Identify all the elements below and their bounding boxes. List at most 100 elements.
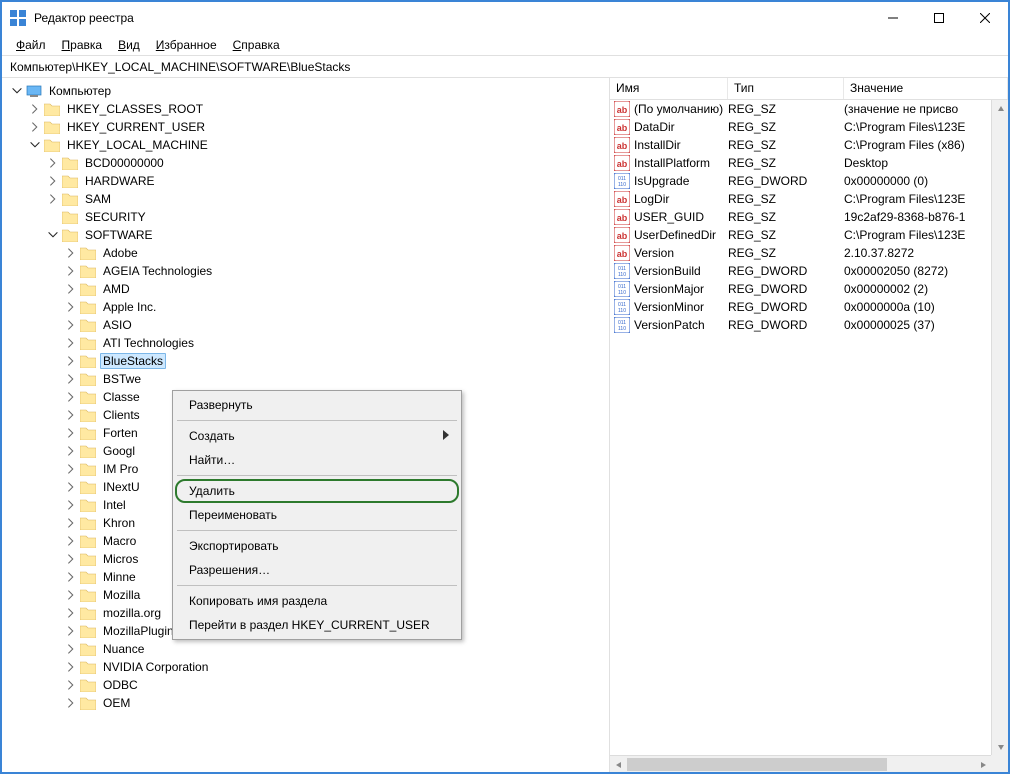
scrollbar-horizontal[interactable]	[610, 755, 991, 772]
menu-view[interactable]: Вид	[112, 36, 146, 54]
chevron-right-icon[interactable]	[64, 246, 78, 260]
chevron-right-icon[interactable]	[64, 552, 78, 566]
ctx-goto-hkcu[interactable]: Перейти в раздел HKEY_CURRENT_USER	[175, 613, 459, 637]
value-row[interactable]: VersionBuildREG_DWORD0x00002050 (8272)	[610, 262, 1008, 280]
chevron-right-icon[interactable]	[46, 156, 60, 170]
tree-item[interactable]: BCD00000000	[6, 154, 609, 172]
values-pane[interactable]: Имя Тип Значение (По умолчанию)REG_SZ(зн…	[610, 78, 1008, 772]
value-row[interactable]: (По умолчанию)REG_SZ(значение не присво	[610, 100, 1008, 118]
ctx-permissions[interactable]: Разрешения…	[175, 558, 459, 582]
chevron-right-icon[interactable]	[46, 192, 60, 206]
menu-favorites[interactable]: Избранное	[150, 36, 223, 54]
chevron-right-icon[interactable]	[46, 174, 60, 188]
value-row[interactable]: InstallDirREG_SZC:\Program Files (x86)	[610, 136, 1008, 154]
value-row[interactable]: UserDefinedDirREG_SZC:\Program Files\123…	[610, 226, 1008, 244]
titlebar[interactable]: Редактор реестра	[2, 2, 1008, 34]
tree-item[interactable]: SECURITY	[6, 208, 609, 226]
tree-item-hkcu[interactable]: HKEY_CURRENT_USER	[6, 118, 609, 136]
scroll-left-button[interactable]	[610, 756, 627, 772]
value-row[interactable]: IsUpgradeREG_DWORD0x00000000 (0)	[610, 172, 1008, 190]
tree-item[interactable]: BSTwe	[6, 370, 609, 388]
addressbar[interactable]: Компьютер\HKEY_LOCAL_MACHINE\SOFTWARE\Bl…	[2, 56, 1008, 78]
chevron-down-icon[interactable]	[46, 228, 60, 242]
tree-item[interactable]: HARDWARE	[6, 172, 609, 190]
chevron-right-icon[interactable]	[64, 570, 78, 584]
chevron-right-icon[interactable]	[64, 606, 78, 620]
menu-help[interactable]: Справка	[227, 36, 286, 54]
value-row[interactable]: DataDirREG_SZC:\Program Files\123E	[610, 118, 1008, 136]
chevron-right-icon[interactable]	[64, 444, 78, 458]
chevron-right-icon[interactable]	[28, 102, 42, 116]
tree-item[interactable]: Apple Inc.	[6, 298, 609, 316]
tree-item[interactable]: AMD	[6, 280, 609, 298]
maximize-button[interactable]	[916, 2, 962, 34]
chevron-right-icon[interactable]	[64, 372, 78, 386]
chevron-right-icon[interactable]	[64, 264, 78, 278]
chevron-right-icon[interactable]	[64, 336, 78, 350]
value-row[interactable]: InstallPlatformREG_SZDesktop	[610, 154, 1008, 172]
chevron-right-icon[interactable]	[64, 354, 78, 368]
value-row[interactable]: USER_GUIDREG_SZ19c2af29-8368-b876-1	[610, 208, 1008, 226]
chevron-right-icon[interactable]	[64, 462, 78, 476]
tree-item[interactable]: ATI Technologies	[6, 334, 609, 352]
tree-item-bluestacks[interactable]: BlueStacks	[6, 352, 609, 370]
tree-item-computer[interactable]: Компьютер	[6, 82, 609, 100]
scrollbar-vertical[interactable]	[991, 100, 1008, 755]
ctx-rename[interactable]: Переименовать	[175, 503, 459, 527]
chevron-right-icon[interactable]	[64, 408, 78, 422]
chevron-right-icon[interactable]	[64, 642, 78, 656]
chevron-right-icon[interactable]	[64, 696, 78, 710]
chevron-right-icon[interactable]	[64, 300, 78, 314]
chevron-right-icon[interactable]	[64, 480, 78, 494]
scroll-thumb[interactable]	[627, 758, 887, 771]
tree-item-hkcr[interactable]: HKEY_CLASSES_ROOT	[6, 100, 609, 118]
scroll-down-button[interactable]	[992, 738, 1008, 755]
scroll-right-button[interactable]	[974, 756, 991, 772]
chevron-right-icon[interactable]	[64, 534, 78, 548]
scroll-up-button[interactable]	[992, 100, 1008, 117]
tree-item[interactable]: ODBC	[6, 676, 609, 694]
chevron-right-icon[interactable]	[64, 660, 78, 674]
ctx-export[interactable]: Экспортировать	[175, 534, 459, 558]
chevron-right-icon[interactable]	[64, 426, 78, 440]
value-row[interactable]: VersionPatchREG_DWORD0x00000025 (37)	[610, 316, 1008, 334]
chevron-right-icon[interactable]	[64, 318, 78, 332]
tree-item[interactable]: OEM	[6, 694, 609, 712]
menu-file[interactable]: Файл	[10, 36, 52, 54]
value-row[interactable]: LogDirREG_SZC:\Program Files\123E	[610, 190, 1008, 208]
tree-item[interactable]: SAM	[6, 190, 609, 208]
value-row[interactable]: VersionMinorREG_DWORD0x0000000a (10)	[610, 298, 1008, 316]
ctx-new[interactable]: Создать	[175, 424, 459, 448]
string-icon	[614, 137, 630, 153]
chevron-down-icon[interactable]	[10, 84, 24, 98]
tree-item[interactable]: Adobe	[6, 244, 609, 262]
minimize-button[interactable]	[870, 2, 916, 34]
ctx-find[interactable]: Найти…	[175, 448, 459, 472]
column-header-type[interactable]: Тип	[728, 78, 844, 99]
ctx-delete[interactable]: Удалить	[175, 479, 459, 503]
column-header-value[interactable]: Значение	[844, 78, 1008, 99]
menu-edit[interactable]: Правка	[56, 36, 109, 54]
chevron-right-icon[interactable]	[64, 624, 78, 638]
tree-item-hklm[interactable]: HKEY_LOCAL_MACHINE	[6, 136, 609, 154]
tree-item[interactable]: AGEIA Technologies	[6, 262, 609, 280]
column-header-name[interactable]: Имя	[610, 78, 728, 99]
ctx-expand[interactable]: Развернуть	[175, 393, 459, 417]
chevron-right-icon[interactable]	[64, 390, 78, 404]
chevron-right-icon[interactable]	[64, 282, 78, 296]
chevron-right-icon[interactable]	[64, 498, 78, 512]
chevron-right-icon[interactable]	[64, 588, 78, 602]
close-button[interactable]	[962, 2, 1008, 34]
value-row[interactable]: VersionMajorREG_DWORD0x00000002 (2)	[610, 280, 1008, 298]
chevron-right-icon[interactable]	[64, 516, 78, 530]
ctx-copy-key-name[interactable]: Копировать имя раздела	[175, 589, 459, 613]
tree-item-software[interactable]: SOFTWARE	[6, 226, 609, 244]
chevron-right-icon[interactable]	[64, 678, 78, 692]
value-row[interactable]: VersionREG_SZ2.10.37.8272	[610, 244, 1008, 262]
tree-label: SAM	[82, 191, 114, 207]
chevron-right-icon[interactable]	[28, 120, 42, 134]
tree-item[interactable]: ASIO	[6, 316, 609, 334]
tree-item[interactable]: NVIDIA Corporation	[6, 658, 609, 676]
tree-item[interactable]: Nuance	[6, 640, 609, 658]
chevron-down-icon[interactable]	[28, 138, 42, 152]
